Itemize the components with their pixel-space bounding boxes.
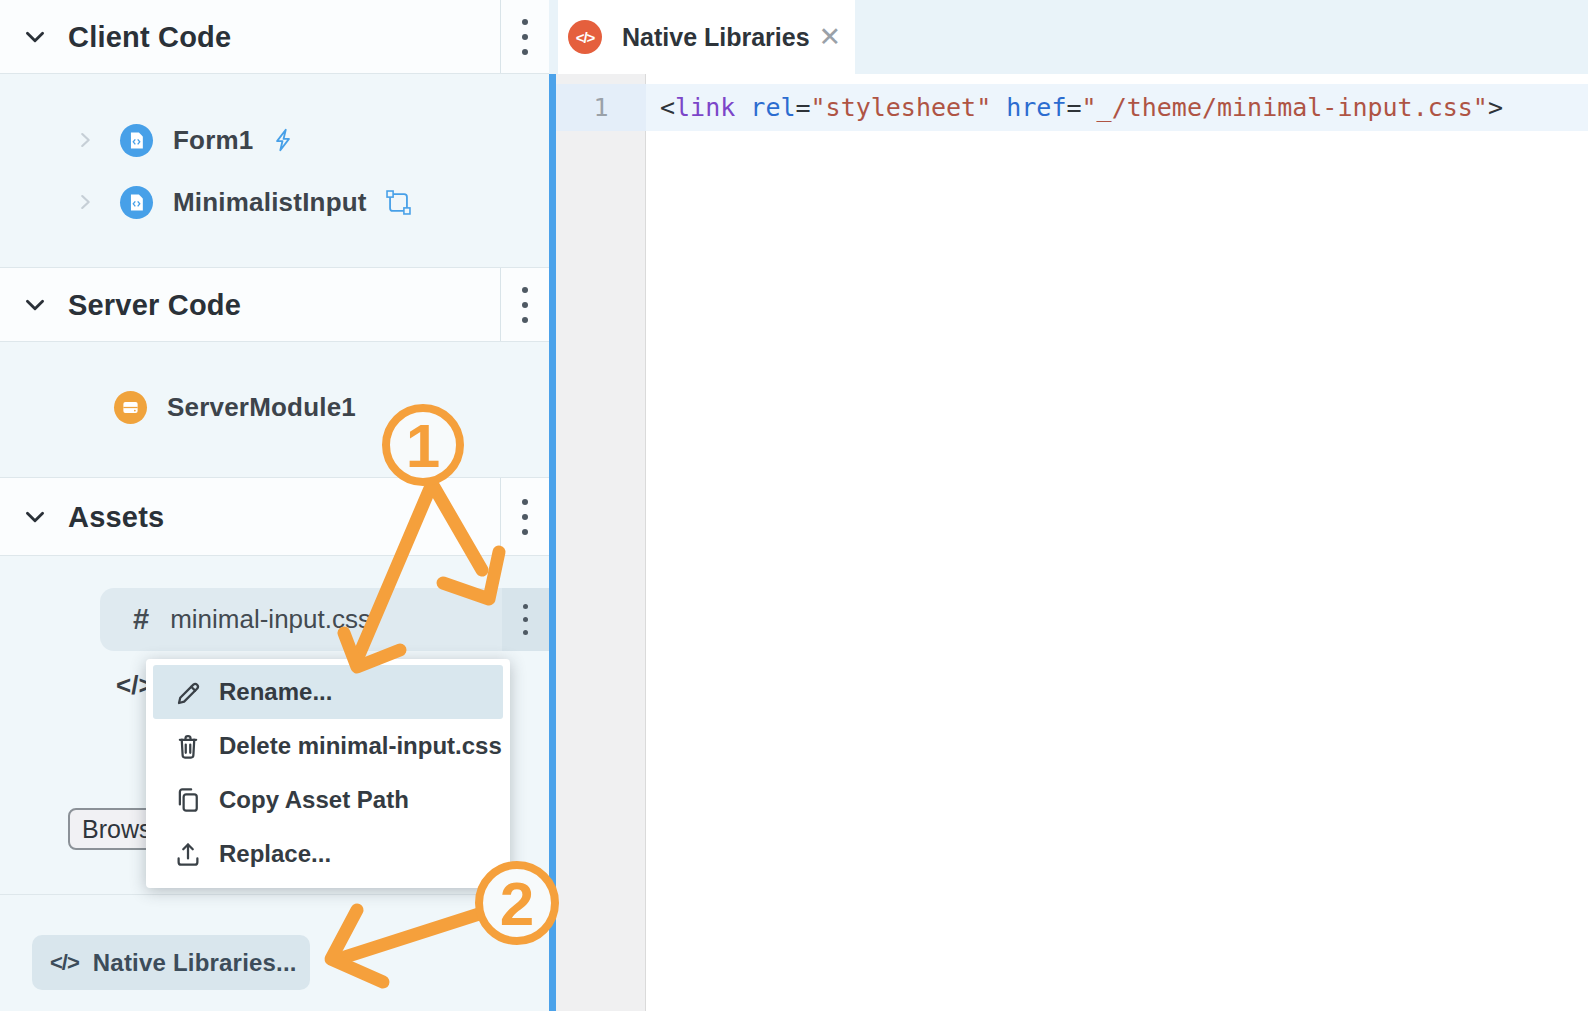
trash-icon (173, 731, 203, 761)
code-line[interactable]: <link rel="stylesheet" href="_/theme/min… (660, 84, 1503, 131)
form-icon (120, 124, 153, 157)
tree-item-label: Form1 (173, 125, 253, 156)
tree-item-servermodule1[interactable]: ServerModule1 (0, 375, 500, 439)
server-code-menu-button[interactable] (501, 268, 549, 341)
close-icon[interactable]: ✕ (818, 24, 841, 51)
native-libraries-button[interactable]: </> Native Libraries... (32, 935, 310, 990)
menu-item-rename[interactable]: Rename... (153, 665, 503, 719)
chevron-down-icon[interactable] (22, 292, 48, 318)
anvil-editor: Client Code Form1 MinimalistInput (0, 0, 1588, 1011)
asset-menu-button[interactable] (502, 588, 549, 651)
tree-item-form1[interactable]: Form1 (0, 108, 500, 172)
menu-item-replace[interactable]: Replace... (153, 827, 503, 881)
assets-menu-button[interactable] (501, 478, 549, 555)
hash-icon: # (133, 603, 149, 636)
pencil-icon (173, 677, 203, 707)
asset-item-minimal-input-css[interactable]: # minimal-input.css (100, 588, 502, 651)
chevron-right-icon[interactable] (74, 129, 96, 151)
asset-context-menu: Rename... Delete minimal-input.css Copy … (146, 659, 510, 888)
client-code-menu-button[interactable] (501, 0, 549, 73)
section-header-client-code[interactable]: Client Code (0, 0, 549, 74)
section-header-assets[interactable]: Assets (0, 477, 549, 556)
upload-icon (173, 839, 203, 869)
chevron-down-icon[interactable] (22, 504, 48, 530)
sidebar-resize-handle[interactable] (549, 74, 556, 1011)
section-title: Assets (68, 500, 164, 533)
tree-item-minimalistinput[interactable]: MinimalistInput (0, 170, 500, 234)
editor-gutter (556, 74, 646, 1011)
section-header-server-code[interactable]: Server Code (0, 267, 549, 342)
tab-native-libraries[interactable]: </> Native Libraries ✕ (558, 0, 855, 74)
chevron-down-icon[interactable] (22, 24, 48, 50)
tree-item-label: MinimalistInput (173, 187, 367, 218)
divider (0, 894, 549, 895)
lightning-icon (271, 127, 297, 153)
section-title: Client Code (68, 20, 231, 53)
line-number: 1 (556, 84, 646, 131)
native-libraries-icon: </> (568, 20, 602, 54)
tree-item-label: ServerModule1 (167, 392, 356, 423)
menu-item-delete[interactable]: Delete minimal-input.css (153, 719, 503, 773)
copy-icon (173, 785, 203, 815)
code-icon: </> (50, 950, 79, 976)
server-module-icon (114, 391, 147, 424)
asset-label: minimal-input.css (170, 604, 371, 635)
menu-item-copy-asset-path[interactable]: Copy Asset Path (153, 773, 503, 827)
chevron-right-icon[interactable] (74, 191, 96, 213)
form-icon (120, 186, 153, 219)
designer-icon (385, 189, 412, 216)
editor-tab-bar: </> Native Libraries ✕ (549, 0, 1588, 74)
section-title: Server Code (68, 288, 241, 321)
code-editor[interactable] (646, 74, 1588, 1011)
